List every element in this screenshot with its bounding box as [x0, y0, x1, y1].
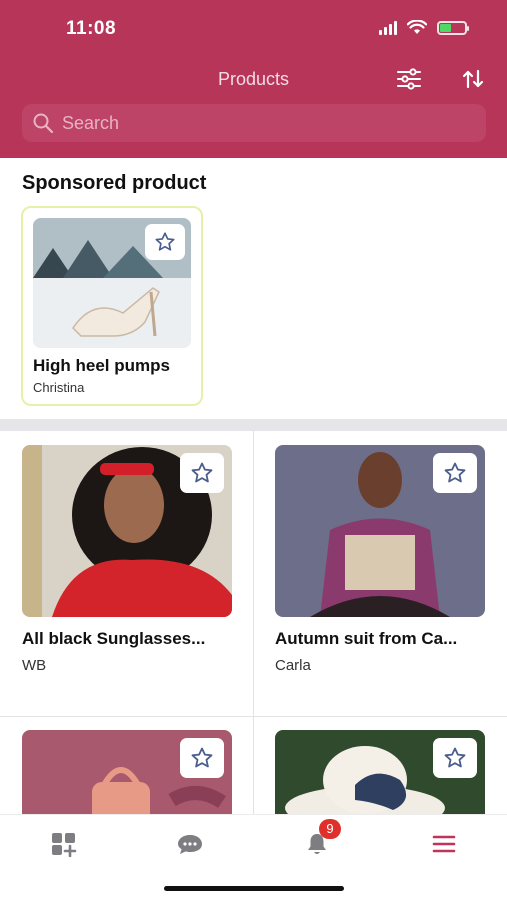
star-icon [191, 747, 213, 768]
tab-products[interactable] [44, 827, 84, 861]
grid-divider [0, 716, 507, 717]
status-icons [379, 20, 469, 35]
grid-divider [253, 431, 254, 815]
battery-icon [437, 20, 469, 35]
star-icon [155, 232, 175, 251]
product-image [22, 445, 232, 617]
product-image [275, 730, 485, 815]
product-card[interactable]: Autumn suit from Ca... Carla [275, 445, 485, 674]
star-icon [191, 462, 213, 483]
product-card[interactable]: All black Sunglasses... WB [22, 445, 232, 674]
tab-messages[interactable] [170, 827, 210, 861]
status-time: 11:08 [66, 18, 117, 39]
sort-button[interactable] [460, 67, 486, 91]
product-seller: WB [22, 657, 47, 674]
chat-bubble-icon [178, 835, 202, 854]
section-divider [0, 419, 507, 431]
product-grid: All black Sunglasses... WB Autumn suit f… [0, 431, 507, 815]
product-seller: Carla [275, 657, 311, 674]
sort-arrows-icon [462, 69, 484, 89]
page-title: Products [217, 69, 290, 89]
tab-notifications[interactable]: 9 [297, 819, 341, 861]
cellular-signal-icon [379, 20, 397, 35]
sponsored-product-card[interactable]: High heel pumps Christina [21, 206, 203, 406]
tab-menu[interactable] [424, 827, 464, 861]
favorite-button[interactable] [433, 738, 477, 778]
favorite-button[interactable] [145, 224, 185, 260]
section-title-sponsored: Sponsored product [22, 172, 207, 194]
sliders-icon [397, 68, 421, 90]
sponsored-product-seller: Christina [33, 380, 85, 395]
favorite-button[interactable] [433, 453, 477, 493]
product-image [275, 445, 485, 617]
product-image [22, 730, 232, 815]
search-bar[interactable] [22, 104, 486, 142]
search-input[interactable] [62, 112, 442, 134]
wifi-icon [407, 20, 427, 34]
home-indicator [164, 886, 344, 891]
grid-plus-icon [52, 833, 77, 857]
notification-badge: 9 [319, 819, 341, 839]
hamburger-menu-icon [432, 835, 456, 853]
sponsored-product-image [33, 218, 191, 348]
header: 11:08 Products [0, 0, 507, 158]
product-title: Autumn suit from Ca... [275, 629, 458, 648]
search-icon [33, 113, 54, 134]
product-card[interactable] [22, 730, 232, 815]
sponsored-product-title: High heel pumps [33, 356, 170, 375]
favorite-button[interactable] [180, 453, 224, 493]
star-icon [444, 747, 466, 768]
filter-button[interactable] [396, 67, 422, 91]
product-title: All black Sunglasses... [22, 629, 206, 648]
star-icon [444, 462, 466, 483]
favorite-button[interactable] [180, 738, 224, 778]
product-card[interactable] [275, 730, 485, 815]
